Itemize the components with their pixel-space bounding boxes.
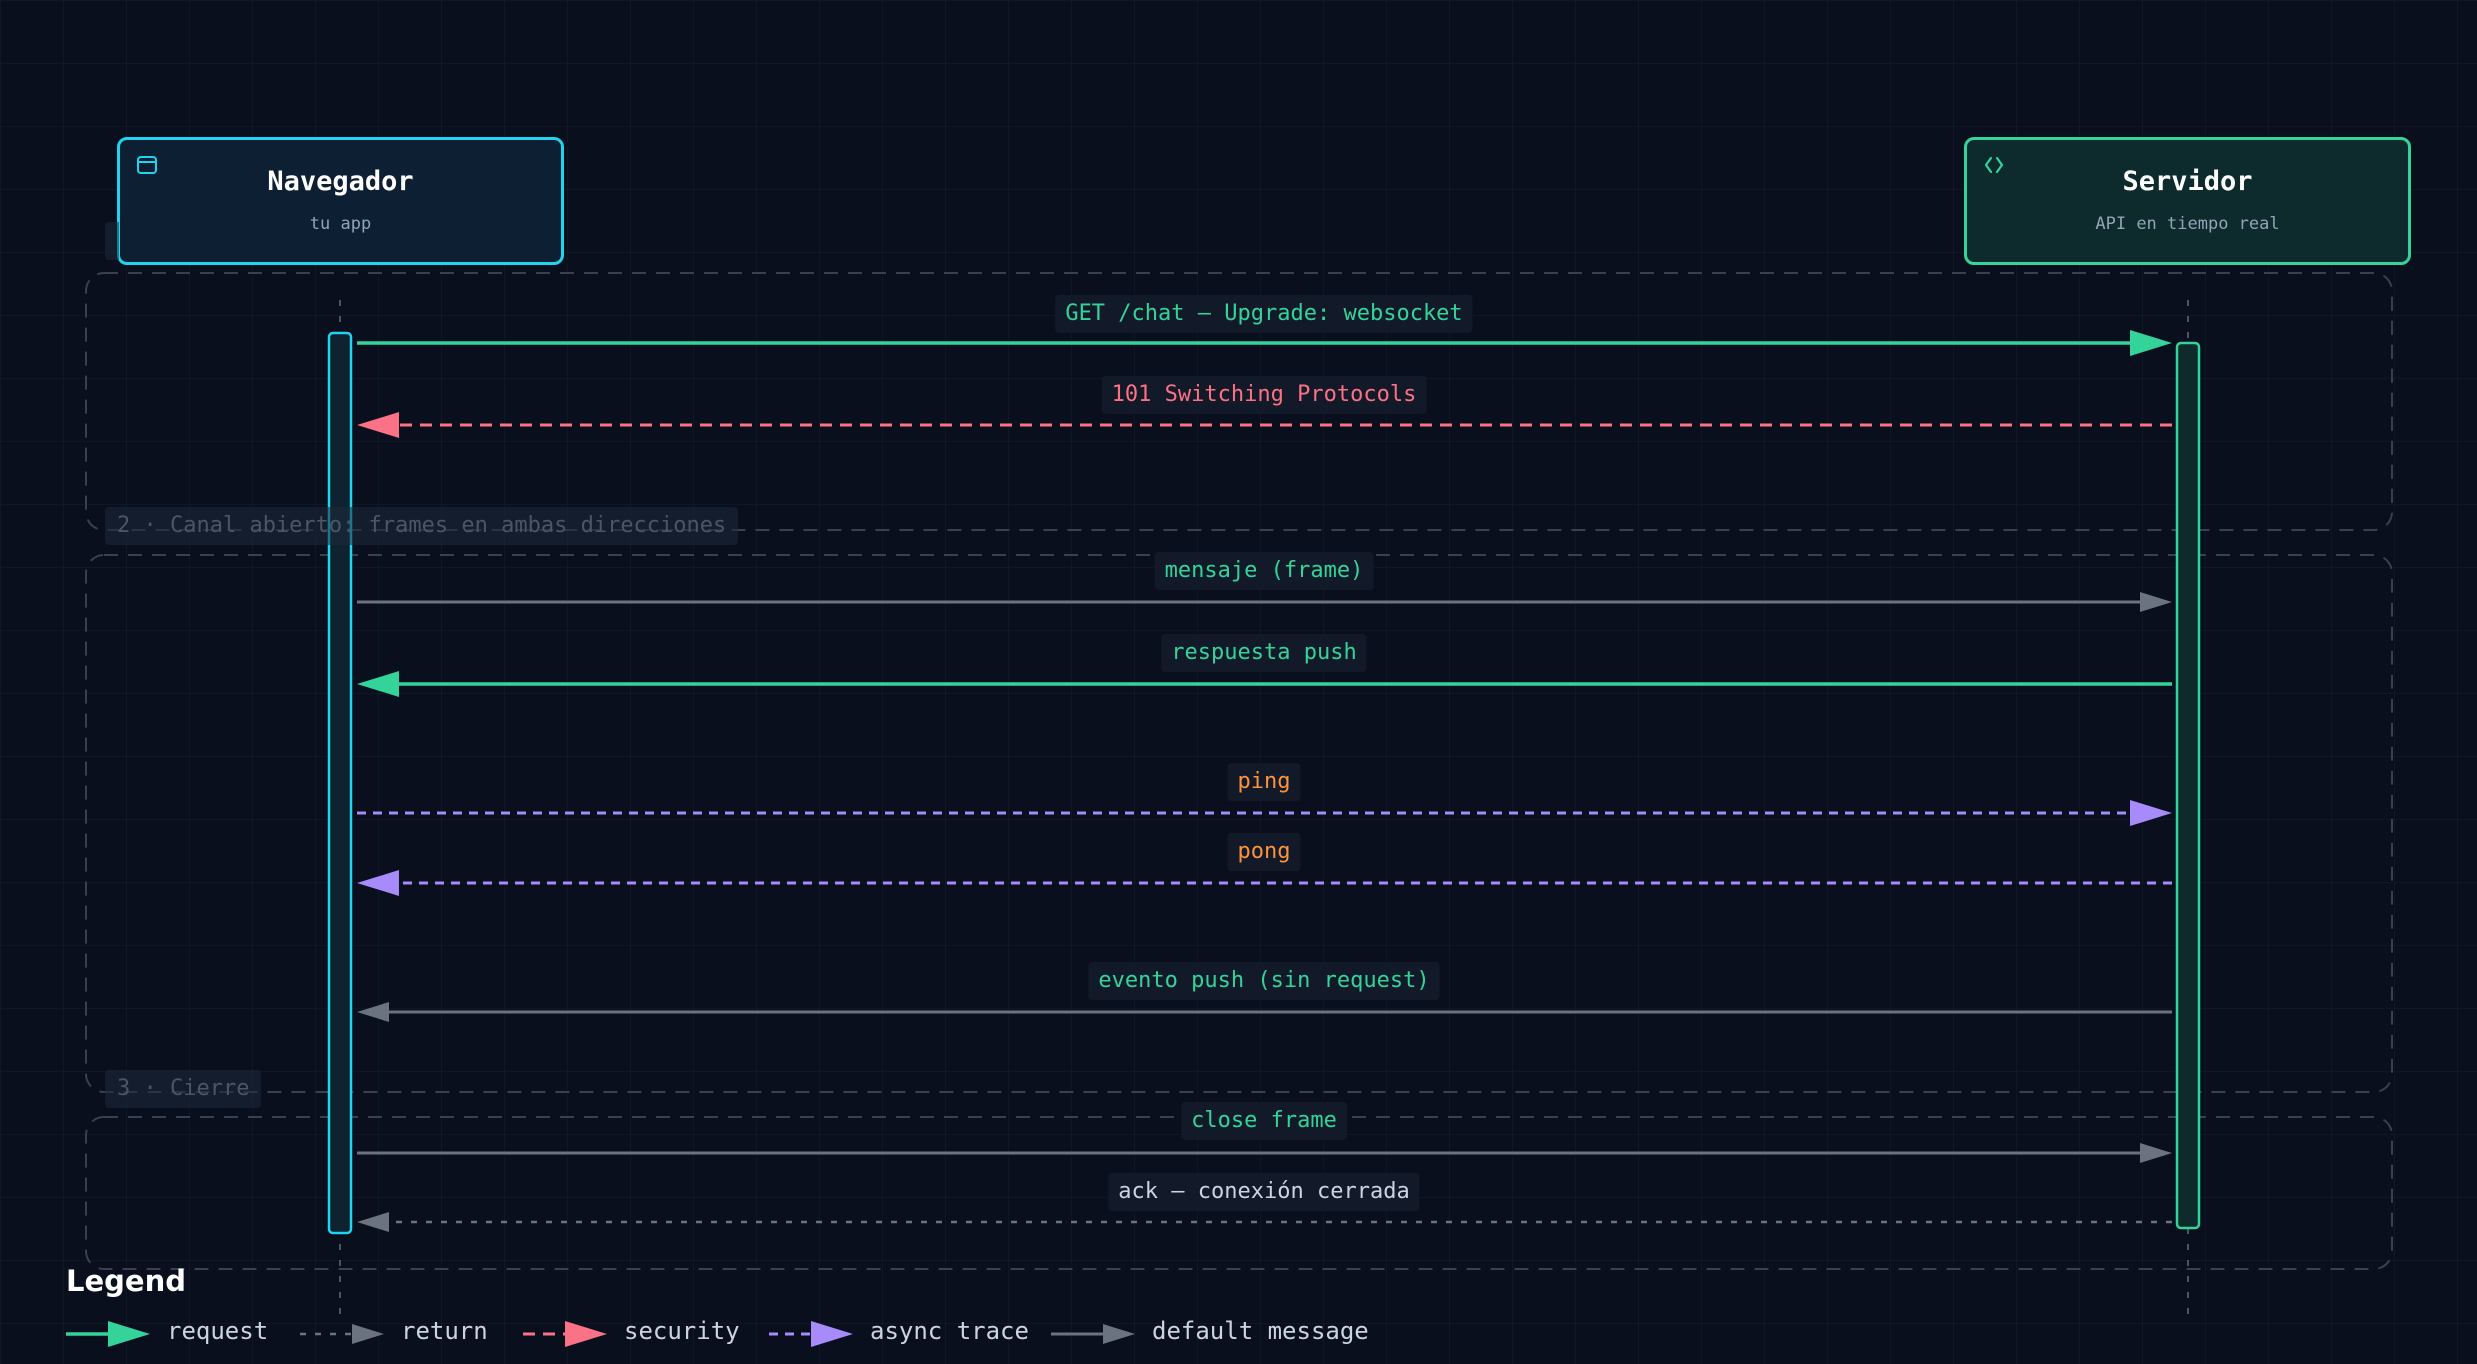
- legend-label-async: async trace: [870, 1317, 1029, 1345]
- message-arrow-default: [357, 592, 2172, 612]
- actor-subtitle: tu app: [309, 214, 372, 234]
- message-arrow-request: [357, 671, 2172, 697]
- legend-label-return: return: [401, 1317, 488, 1345]
- frame-label-3: 3 · Cierre: [105, 1070, 262, 1108]
- frame-label-2: 2 · Canal abierto: frames en ambas direc…: [105, 507, 739, 545]
- message-label: respuesta push: [1161, 634, 1367, 672]
- message-label: close frame: [1181, 1102, 1347, 1140]
- message-arrow-default: [357, 1002, 2172, 1022]
- message-label: pong: [1227, 833, 1301, 871]
- actor-name: Navegador: [267, 166, 414, 197]
- message-label: GET /chat — Upgrade: websocket: [1055, 295, 1473, 333]
- message-arrow-default: [357, 1143, 2172, 1163]
- actor-servidor: Servidor API en tiempo real: [1964, 137, 2411, 265]
- legend-label-request: request: [167, 1317, 269, 1345]
- legend-label-default: default message: [1152, 1317, 1369, 1345]
- message-arrow-return: [357, 1212, 2172, 1232]
- message-arrow-async: [357, 800, 2172, 826]
- message-label: ping: [1227, 763, 1301, 801]
- legend-swatch-request: [66, 1321, 150, 1347]
- actor-subtitle: API en tiempo real: [2095, 214, 2280, 234]
- message-arrow-async: [357, 870, 2172, 896]
- legend-title: Legend: [66, 1264, 186, 1298]
- legend-swatch-security: [523, 1321, 607, 1347]
- legend-swatch-async: [769, 1321, 853, 1347]
- message-label: evento push (sin request): [1088, 962, 1440, 1000]
- message-label: 101 Switching Protocols: [1101, 376, 1427, 414]
- message-label: mensaje (frame): [1154, 552, 1374, 590]
- message-arrow-security: [357, 412, 2172, 438]
- legend-swatch-return: [300, 1324, 384, 1344]
- message-arrow-request: [357, 330, 2172, 356]
- message-label: ack — conexión cerrada: [1108, 1173, 1420, 1211]
- actor-name: Servidor: [2122, 166, 2253, 197]
- activation-navegador: [327, 331, 353, 1235]
- activation-servidor: [2175, 341, 2201, 1230]
- frame-label-1: [105, 222, 119, 260]
- legend-swatch-default: [1051, 1324, 1135, 1344]
- actor-navegador: Navegador tu app: [117, 137, 564, 265]
- legend-label-security: security: [624, 1317, 740, 1345]
